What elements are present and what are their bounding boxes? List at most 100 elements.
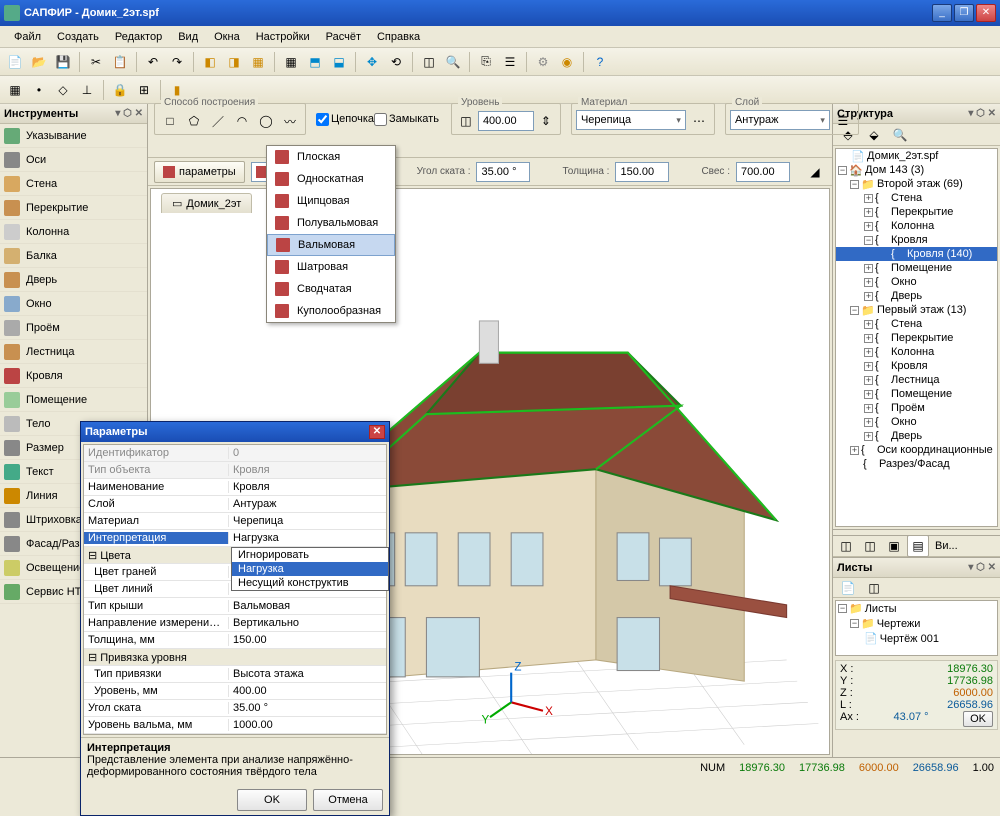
thickness-input[interactable] [615, 162, 669, 182]
level-pick-icon[interactable]: ⇕ [536, 110, 556, 132]
sheets-tree[interactable]: −📁 Листы −📁 Чертежи 📄 Чертёж 001 [835, 600, 998, 656]
prop-row[interactable]: Угол ската35.00 ° [84, 700, 386, 717]
expand-icon[interactable]: − [850, 306, 859, 315]
prop-value[interactable]: Кровля [229, 464, 386, 476]
help-icon[interactable]: ? [589, 51, 611, 73]
tree-item[interactable]: +{Лестница [836, 373, 997, 387]
sheet-view-icon[interactable]: ◫ [863, 577, 885, 599]
tree-item[interactable]: +{Окно [836, 415, 997, 429]
property-grid[interactable]: Идентификатор0Тип объектаКровляНаименова… [83, 444, 387, 735]
dialog-ok-button[interactable]: OK [237, 789, 307, 811]
menu-Справка[interactable]: Справка [369, 29, 428, 45]
tree-item[interactable]: +{Колонна [836, 345, 997, 359]
roof-option[interactable]: Шатровая [267, 256, 395, 278]
new-icon[interactable]: 📄 [4, 51, 26, 73]
layer-dropdown[interactable]: Антураж ▾ [730, 110, 830, 130]
tool-Колонна[interactable]: Колонна [0, 220, 147, 244]
expand-icon[interactable]: + [864, 278, 873, 287]
tree-item[interactable]: {Кровля (140) [836, 247, 997, 261]
sheets-db-icon[interactable]: ◫ [859, 535, 881, 557]
tool-Дверь[interactable]: Дверь [0, 268, 147, 292]
interp-option[interactable]: Несущий конструктив [232, 576, 388, 590]
expand-icon[interactable]: + [864, 264, 873, 273]
tool-Оси[interactable]: Оси [0, 148, 147, 172]
undo-icon[interactable]: ↶ [142, 51, 164, 73]
layers-icon[interactable]: ☰ [499, 51, 521, 73]
lock-icon[interactable]: 🔒 [109, 79, 131, 101]
tree-item[interactable]: +{Стена [836, 191, 997, 205]
interp-option[interactable]: Игнорировать [232, 548, 388, 562]
tree-item[interactable]: −{Кровля [836, 233, 997, 247]
panel-pin-icon[interactable]: ▾ ⬡ ✕ [968, 562, 996, 573]
expand-icon[interactable]: − [850, 180, 859, 189]
panel-pin-icon[interactable]: ▾ ⬡ ✕ [968, 108, 996, 119]
tool-Проём[interactable]: Проём [0, 316, 147, 340]
expand-icon[interactable]: + [864, 208, 873, 217]
tool-Кровля[interactable]: Кровля [0, 364, 147, 388]
maximize-button[interactable]: ❐ [954, 4, 974, 22]
tree-item[interactable]: −📁Второй этаж (69) [836, 177, 997, 191]
prop-row[interactable]: Уровень, мм400.00 [84, 683, 386, 700]
view-icon[interactable]: ⬒ [304, 51, 326, 73]
tool-Помещение[interactable]: Помещение [0, 388, 147, 412]
dialog-close-button[interactable]: ✕ [369, 425, 385, 439]
menu-Редактор[interactable]: Редактор [107, 29, 170, 45]
viewport-tab[interactable]: ▭ Домик_2эт [161, 193, 252, 213]
roof-option[interactable]: Односкатная [267, 168, 395, 190]
tool-3-icon[interactable]: ▦ [247, 51, 269, 73]
snap-endpoint-icon[interactable]: • [28, 79, 50, 101]
sheets-sel-icon[interactable]: ◫ [835, 535, 857, 557]
cut-icon[interactable]: ✂ [85, 51, 107, 73]
roof-option[interactable]: Вальмовая [267, 234, 395, 256]
view2-icon[interactable]: ⬓ [328, 51, 350, 73]
copy-icon[interactable]: ⎘ [475, 51, 497, 73]
gear-icon[interactable]: ⚙ [532, 51, 554, 73]
render-icon[interactable]: ◉ [556, 51, 578, 73]
move-icon[interactable]: ✥ [361, 51, 383, 73]
expand-icon[interactable]: + [864, 348, 873, 357]
layer-browse-icon[interactable]: ☰ [832, 110, 854, 132]
snap-mid-icon[interactable]: ◇ [52, 79, 74, 101]
menu-Окна[interactable]: Окна [206, 29, 248, 45]
level-input[interactable] [478, 111, 534, 131]
level-icon[interactable]: ◫ [456, 110, 476, 132]
coords-ok-button[interactable]: OK [963, 711, 993, 727]
minimize-button[interactable]: _ [932, 4, 952, 22]
tree-item[interactable]: −📁Первый этаж (13) [836, 303, 997, 317]
roof-edge-icon[interactable]: ◢ [804, 161, 826, 183]
snap-perp-icon[interactable]: ⊥ [76, 79, 98, 101]
shape-poly-icon[interactable]: ⬠ [183, 110, 205, 132]
expand-icon[interactable]: + [864, 390, 873, 399]
sheets-3d-icon[interactable]: ▣ [883, 535, 905, 557]
expand-icon[interactable]: + [864, 320, 873, 329]
tree-item[interactable]: +{Помещение [836, 261, 997, 275]
prop-value[interactable]: Вертикально [229, 617, 386, 629]
expand-icon[interactable]: + [864, 194, 873, 203]
expand-icon[interactable]: + [864, 362, 873, 371]
tree-item[interactable]: +{Стена [836, 317, 997, 331]
roof-option[interactable]: Плоская [267, 146, 395, 168]
shape-ellipse-icon[interactable]: ◯ [255, 110, 277, 132]
prop-row[interactable]: Тип крышиВальмовая [84, 598, 386, 615]
tool-Окно[interactable]: Окно [0, 292, 147, 316]
tree-item[interactable]: +{Помещение [836, 387, 997, 401]
expand-icon[interactable]: + [864, 222, 873, 231]
expand-icon[interactable]: − [838, 166, 847, 175]
interp-option[interactable]: Нагрузка [232, 562, 388, 576]
sheet-add-icon[interactable]: 📄 [837, 577, 859, 599]
menu-Расчёт[interactable]: Расчёт [318, 29, 369, 45]
slope-input[interactable] [476, 162, 530, 182]
parameters-button[interactable]: параметры [154, 161, 245, 183]
expand-icon[interactable]: + [864, 334, 873, 343]
prop-row[interactable]: НаименованиеКровля [84, 479, 386, 496]
prop-value[interactable]: Черепица [229, 515, 386, 527]
expand-icon[interactable]: + [864, 432, 873, 441]
menu-Файл[interactable]: Файл [6, 29, 49, 45]
ortho-icon[interactable]: ⊞ [133, 79, 155, 101]
roof-option[interactable]: Щипцовая [267, 190, 395, 212]
expand-icon[interactable]: + [864, 418, 873, 427]
prop-row[interactable]: СлойАнтураж [84, 496, 386, 513]
prop-value[interactable]: 35.00 ° [229, 702, 386, 714]
expand-icon[interactable]: + [864, 404, 873, 413]
roof-option[interactable]: Сводчатая [267, 278, 395, 300]
